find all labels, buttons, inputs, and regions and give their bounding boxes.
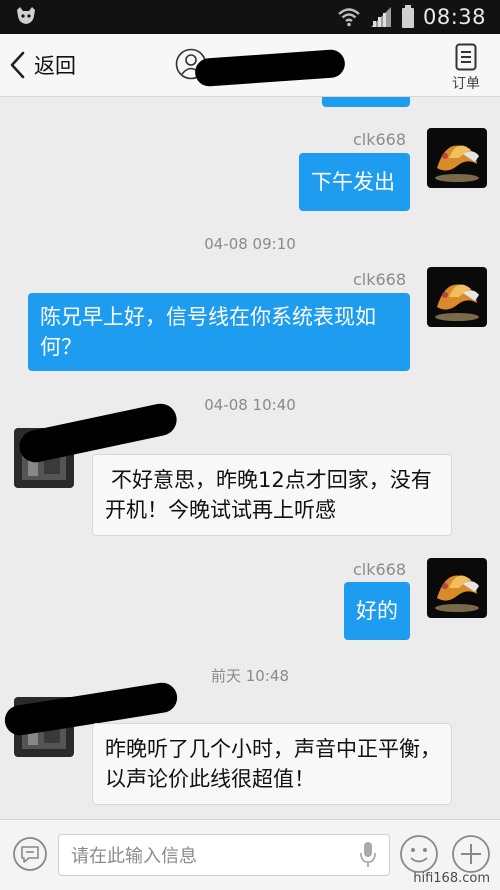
message-composer: hifi168.com [0,819,500,890]
chevron-left-icon [10,51,25,79]
message-bubble[interactable]: 下午发出 [299,153,410,211]
message-bubble-partial [322,97,410,107]
battery-icon [401,5,414,28]
timestamp: 前天 10:48 [211,667,289,685]
chat-bubble-icon[interactable] [12,836,48,872]
plus-icon[interactable] [451,834,491,874]
sculpture-avatar-image [427,267,487,327]
message-input-box[interactable] [58,834,390,876]
contact-name-redaction [194,48,346,88]
back-label: 返回 [34,54,76,78]
my-avatar[interactable] [427,267,487,327]
sender-name: clk668 [352,560,406,579]
sender-name: clk668 [352,130,406,149]
sculpture-avatar-image [427,558,487,618]
sculpture-avatar-image [427,128,487,188]
orders-button[interactable]: 订单 [446,41,486,92]
signal-icon [370,7,391,27]
message-bubble[interactable]: 昨晚听了几个小时，声音中正平衡，以声论价此线很超值！ [92,723,452,805]
timestamp: 04-08 10:40 [204,396,296,414]
message-bubble[interactable]: 好的 [344,582,410,640]
my-avatar[interactable] [427,128,487,188]
message-bubble[interactable]: 不好意思，昨晚12点才回家，没有开机！今晚试试再上听感 [92,454,452,536]
status-time: 08:38 [422,5,486,29]
timestamp: 04-08 09:10 [204,235,296,253]
wifi-icon [338,8,360,27]
app-icon [17,7,35,24]
sender-name: clk668 [352,270,406,289]
message-text: 不好意思，昨晚12点才回家，没有开机！今晚试试再上听感 [105,468,432,522]
document-icon [455,43,477,71]
back-button[interactable]: 返回 [8,47,76,83]
message-list[interactable]: clk668 下午发出 04-08 09:10 clk668 陈兄早上好，信号线… [0,97,500,819]
watermark: hifi168.com [413,871,490,886]
message-text: 下午发出 [311,170,395,194]
message-bubble[interactable]: 陈兄早上好，信号线在你系统表现如何？ [28,293,410,371]
orders-label: 订单 [452,76,480,92]
message-text: 好的 [356,599,398,623]
message-text: 陈兄早上好，信号线在你系统表现如何？ [40,305,376,359]
message-input[interactable] [69,841,353,871]
message-text: 昨晚听了几个小时，声音中正平衡，以声论价此线很超值！ [105,737,441,791]
status-bar: 08:38 [0,0,500,34]
chat-header: 返回 订单 [0,34,500,97]
microphone-icon[interactable] [359,841,377,869]
emoji-icon[interactable] [399,834,439,874]
my-avatar[interactable] [427,558,487,618]
